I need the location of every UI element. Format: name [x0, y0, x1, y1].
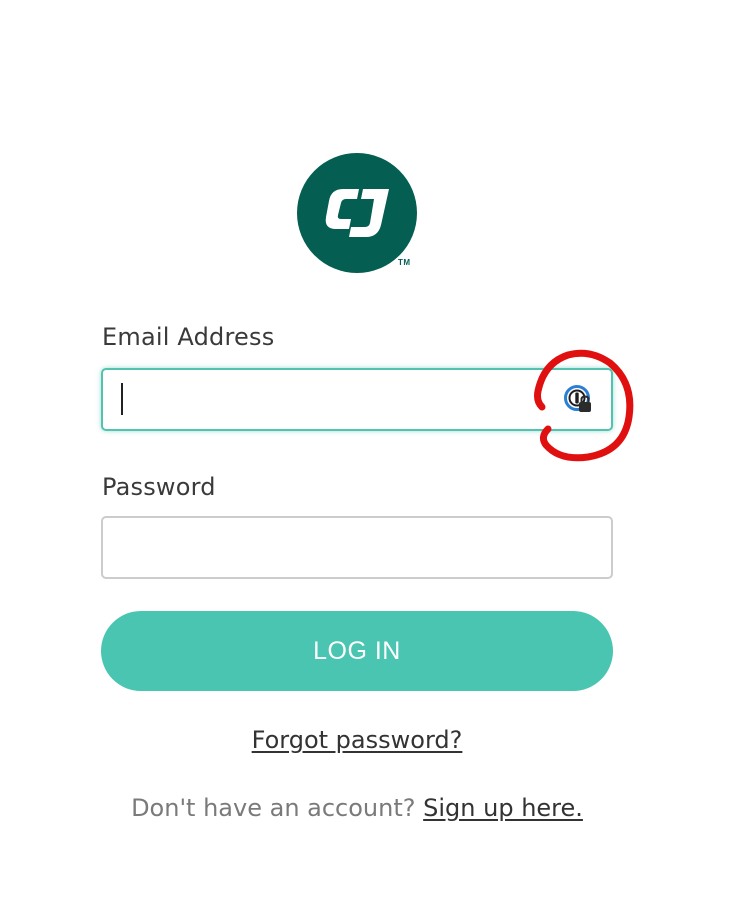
password-input[interactable]	[103, 518, 611, 577]
password-field-wrapper[interactable]	[101, 516, 613, 579]
signup-prompt-line: Don't have an account? Sign up here.	[0, 794, 714, 822]
email-label: Email Address	[102, 323, 275, 351]
cj-logo-mark	[325, 189, 389, 237]
login-button[interactable]: LOG IN	[101, 611, 613, 691]
brand-logo: TM	[297, 153, 419, 275]
password-manager-lock-icon[interactable]	[563, 384, 595, 416]
email-input[interactable]	[103, 370, 611, 429]
forgot-password-link[interactable]: Forgot password?	[0, 726, 714, 754]
signup-link[interactable]: Sign up here.	[423, 794, 583, 822]
signup-prompt-text: Don't have an account?	[131, 794, 416, 822]
text-caret	[121, 383, 123, 415]
password-label: Password	[102, 473, 216, 501]
trademark-mark: TM	[398, 258, 411, 267]
logo-circle	[297, 153, 417, 273]
email-field-wrapper[interactable]	[101, 368, 613, 431]
